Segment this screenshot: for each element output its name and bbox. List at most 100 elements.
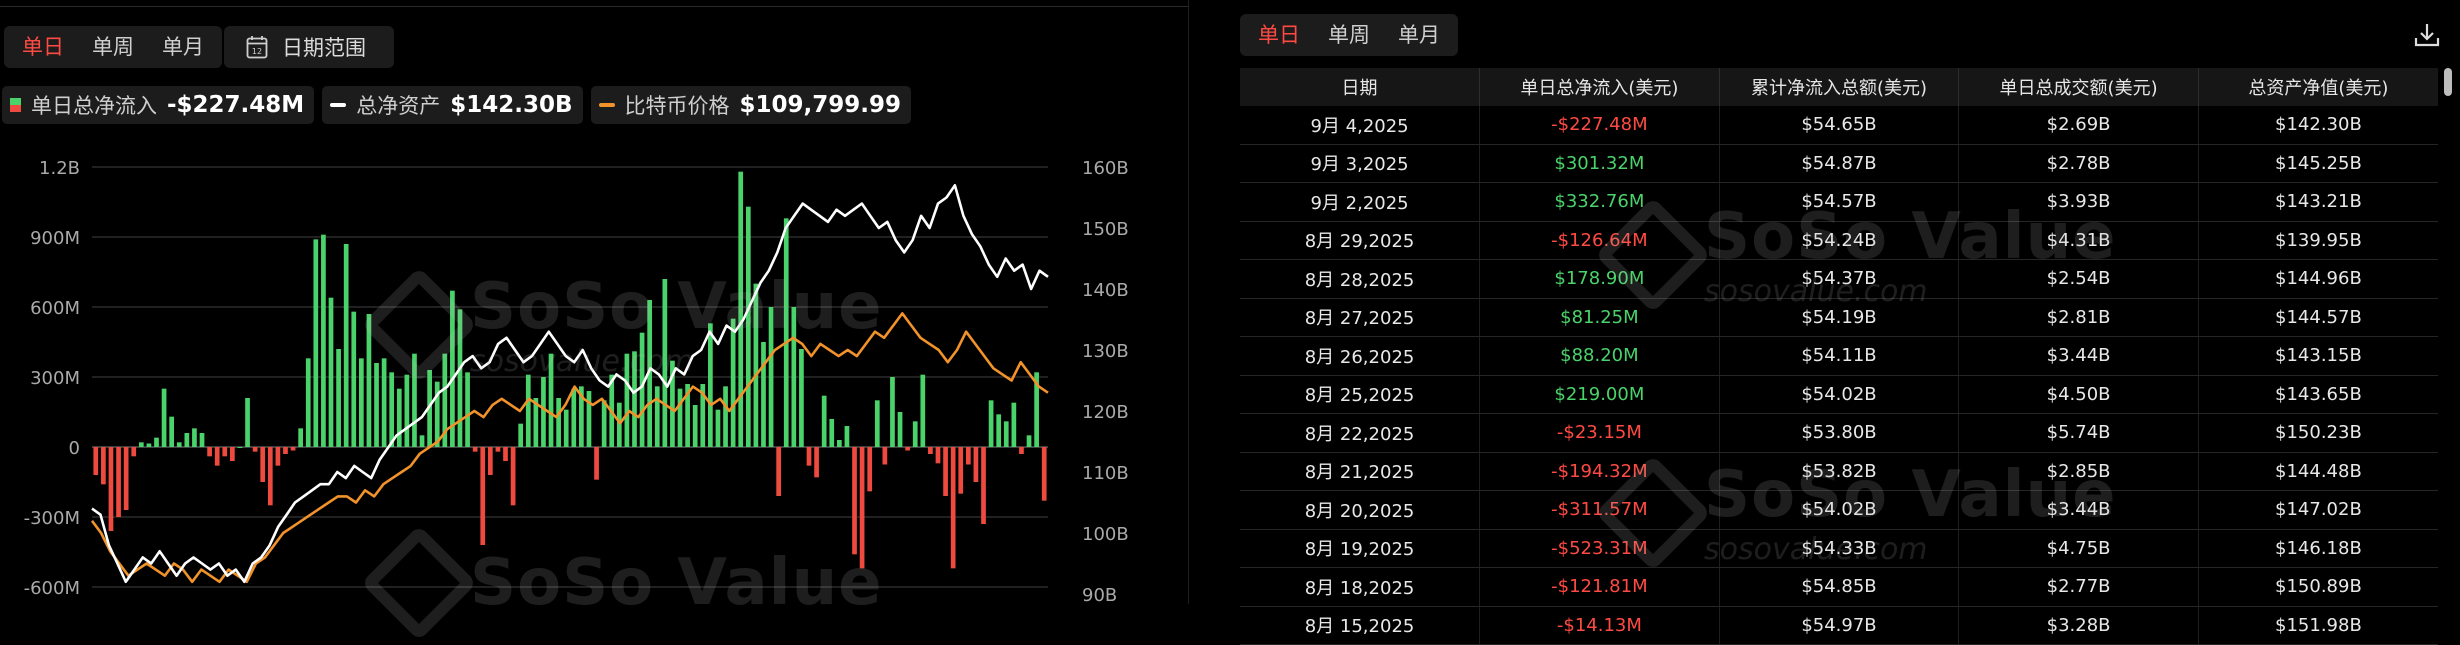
right-tick-label: 130B [1082, 341, 1129, 362]
flow-bar [928, 447, 933, 454]
flow-bar [161, 388, 167, 447]
cell-net-assets: $150.89B [2197, 567, 2438, 607]
calendar-icon-number: 12 [252, 47, 262, 56]
flow-bar [852, 447, 857, 555]
table-panel: 单日 单周 单月 日期 单日总净流入(美元) 累计净流入总额(美元) 单日总成交… [1222, 0, 2460, 645]
table-scrollbar[interactable] [2444, 68, 2452, 96]
cell-net-assets: $150.23B [2197, 413, 2438, 453]
cell-cumulative: $54.85B [1718, 567, 1959, 607]
cell-date: 8月 18,2025 [1240, 567, 1480, 607]
cell-daily-inflow: -$126.64M [1479, 221, 1720, 260]
download-icon[interactable] [2412, 20, 2442, 50]
tab-daily[interactable]: 单日 [8, 26, 78, 68]
table-header-row: 日期 单日总净流入(美元) 累计净流入总额(美元) 单日总成交额(美元) 总资产… [1240, 68, 2438, 106]
flow-bar [874, 400, 880, 447]
cell-volume: $3.93B [1958, 182, 2199, 222]
cell-volume: $2.69B [1958, 106, 2199, 145]
total-net-assets-line [91, 183, 1049, 584]
flow-bar [791, 307, 797, 447]
flow-bar [768, 307, 774, 447]
tab-monthly-table[interactable]: 单月 [1384, 14, 1454, 56]
cell-daily-inflow: -$14.13M [1479, 606, 1720, 645]
flow-bar [821, 395, 827, 447]
flow-bar [654, 386, 660, 447]
cell-cumulative: $54.33B [1718, 529, 1959, 568]
cell-date: 9月 3,2025 [1240, 144, 1480, 183]
legend-assets[interactable]: 总净资产 $142.30B [322, 86, 583, 124]
assets-swatch-icon [330, 103, 347, 107]
cell-cumulative: $54.02B [1718, 490, 1959, 530]
flow-bar [776, 447, 782, 496]
cell-cumulative: $53.82B [1718, 452, 1959, 491]
col-daily-volume[interactable]: 单日总成交额(美元) [1958, 68, 2199, 106]
col-net-assets[interactable]: 总资产净值(美元) [2197, 68, 2438, 106]
flow-bar [260, 447, 266, 482]
flow-bar [753, 283, 759, 447]
flow-bar [146, 443, 152, 447]
flow-bar [639, 332, 645, 447]
date-range-button[interactable]: 12 日期范围 [224, 26, 394, 68]
flow-bar [176, 442, 182, 447]
flow-bar [973, 447, 979, 482]
cell-net-assets: $151.98B [2197, 606, 2438, 645]
left-tick-label: 0 [69, 438, 80, 459]
cell-volume: $3.28B [1958, 606, 2199, 645]
flow-bar [920, 374, 926, 447]
etf-flow-chart: 1.2B 900M 600M 300M 0 -300M -600M 160B 150B 140B 1… [24, 158, 1129, 604]
cell-volume: $4.31B [1958, 221, 2199, 260]
left-tick-label: 900M [30, 228, 80, 249]
left-tick-label: 600M [30, 298, 80, 319]
flow-bar [548, 353, 554, 447]
right-tick-label: 120B [1082, 402, 1129, 423]
cell-cumulative: $54.11B [1718, 336, 1959, 376]
left-tick-label: 300M [30, 368, 80, 389]
cell-net-assets: $142.30B [2197, 106, 2438, 145]
flow-bar [836, 440, 842, 447]
flow-bar [351, 311, 357, 447]
col-cumulative-inflow[interactable]: 累计净流入总额(美元) [1718, 68, 1959, 106]
cell-net-assets: $146.18B [2197, 529, 2438, 568]
cell-daily-inflow: $178.90M [1479, 259, 1720, 299]
price-swatch-icon [598, 103, 615, 107]
cell-net-assets: $143.15B [2197, 336, 2438, 376]
cell-net-assets: $147.02B [2197, 490, 2438, 530]
tab-weekly[interactable]: 单周 [78, 26, 148, 68]
cell-volume: $4.75B [1958, 529, 2199, 568]
flow-bar [305, 358, 311, 447]
flow-bar [245, 398, 250, 447]
cell-volume: $4.50B [1958, 375, 2199, 414]
col-daily-inflow[interactable]: 单日总净流入(美元) [1479, 68, 1720, 106]
right-tick-label: 110B [1082, 463, 1129, 484]
cell-date: 8月 28,2025 [1240, 259, 1480, 299]
cell-date: 8月 20,2025 [1240, 490, 1480, 530]
flow-bar [890, 377, 895, 447]
cell-daily-inflow: $301.32M [1479, 144, 1720, 183]
flow-bar [321, 234, 326, 447]
flow-bar [275, 447, 281, 466]
flow-bar [199, 433, 205, 447]
legend-price[interactable]: 比特币价格 $109,799.99 [590, 86, 912, 124]
flow-bar [730, 318, 736, 447]
cell-daily-inflow: -$194.32M [1479, 452, 1720, 491]
flow-bar [563, 409, 569, 447]
cell-date: 9月 4,2025 [1240, 106, 1480, 145]
flow-bar [738, 171, 744, 447]
tab-monthly[interactable]: 单月 [148, 26, 218, 68]
cell-net-assets: $144.96B [2197, 259, 2438, 299]
calendar-icon: 12 [246, 36, 268, 59]
legend-flow[interactable]: 单日总净流入 -$227.48M [2, 86, 315, 124]
flow-bar [541, 377, 546, 447]
flow-bar [761, 342, 766, 447]
tab-weekly-table[interactable]: 单周 [1314, 14, 1384, 56]
tab-daily-table[interactable]: 单日 [1244, 14, 1314, 56]
flow-bar [745, 206, 751, 447]
legend-flow-value: -$227.48M [167, 92, 305, 118]
legend-price-value: $109,799.99 [739, 92, 902, 118]
flow-bar [169, 416, 175, 447]
cell-date: 8月 27,2025 [1240, 298, 1480, 337]
cell-net-assets: $143.21B [2197, 182, 2438, 222]
col-date[interactable]: 日期 [1240, 68, 1480, 106]
flow-bar [616, 402, 622, 447]
table-row: 8月 15,2025 -$14.13M $54.97B $3.28B $151.98B [1240, 606, 2438, 645]
flow-bar [829, 419, 835, 447]
